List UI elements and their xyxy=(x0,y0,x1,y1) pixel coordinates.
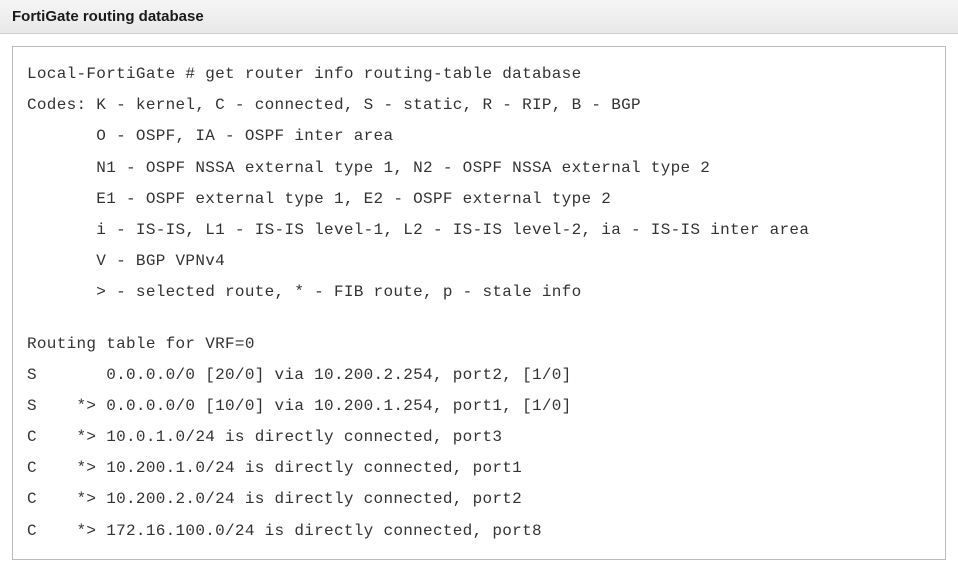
terminal-line: i - IS-IS, L1 - IS-IS level-1, L2 - IS-I… xyxy=(27,215,931,246)
terminal-line: O - OSPF, IA - OSPF inter area xyxy=(27,121,931,152)
header-bar: FortiGate routing database xyxy=(0,0,958,34)
terminal-line: Local-FortiGate # get router info routin… xyxy=(27,59,931,90)
terminal-line: C *> 172.16.100.0/24 is directly connect… xyxy=(27,516,931,547)
page-title: FortiGate routing database xyxy=(12,8,946,25)
terminal-line: C *> 10.200.1.0/24 is directly connected… xyxy=(27,453,931,484)
terminal-line: > - selected route, * - FIB route, p - s… xyxy=(27,277,931,308)
terminal-line: Routing table for VRF=0 xyxy=(27,329,931,360)
terminal-line: Codes: K - kernel, C - connected, S - st… xyxy=(27,90,931,121)
terminal-line: S 0.0.0.0/0 [20/0] via 10.200.2.254, por… xyxy=(27,360,931,391)
terminal-line: N1 - OSPF NSSA external type 1, N2 - OSP… xyxy=(27,153,931,184)
blank-line xyxy=(27,309,931,329)
terminal-line: C *> 10.200.2.0/24 is directly connected… xyxy=(27,484,931,515)
terminal-line: V - BGP VPNv4 xyxy=(27,246,931,277)
terminal-line: E1 - OSPF external type 1, E2 - OSPF ext… xyxy=(27,184,931,215)
terminal-line: S *> 0.0.0.0/0 [10/0] via 10.200.1.254, … xyxy=(27,391,931,422)
terminal-line: C *> 10.0.1.0/24 is directly connected, … xyxy=(27,422,931,453)
terminal-output: Local-FortiGate # get router info routin… xyxy=(12,46,946,560)
